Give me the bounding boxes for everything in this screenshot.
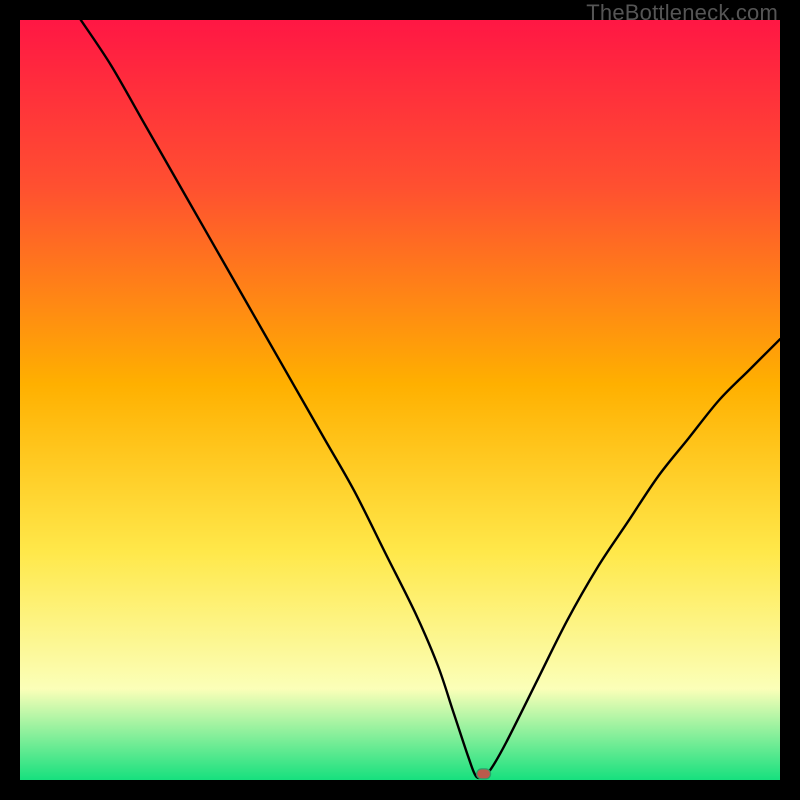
gradient-background (20, 20, 780, 780)
plot-area (20, 20, 780, 780)
chart-frame: TheBottleneck.com (0, 0, 800, 800)
optimal-point-marker (477, 769, 491, 779)
watermark-text: TheBottleneck.com (586, 0, 778, 26)
bottleneck-chart (20, 20, 780, 780)
